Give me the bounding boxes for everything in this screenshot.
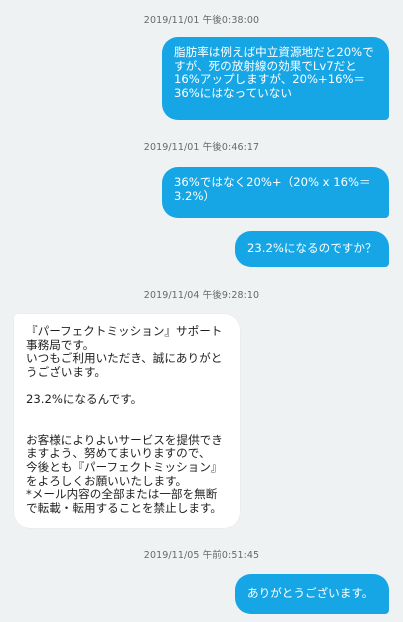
message-timestamp: 2019/11/04 午後9:28:10 xyxy=(143,290,260,301)
message-line: 脂肪率は例えば中立資源地だと20%で xyxy=(174,45,374,59)
message-line: をよろしくお願いいたします。 xyxy=(26,473,188,488)
message-line: 23.2%になるのですか？ xyxy=(247,241,377,255)
message-line: ますよう、努めてまいりますので、 xyxy=(26,446,211,461)
message-line: で転載・転用することを禁止します。 xyxy=(26,500,222,515)
message-timestamp: 2019/11/01 午後0:46:17 xyxy=(143,142,260,153)
message-line: いつもご利用いただき、誠にありがと xyxy=(26,351,223,366)
outgoing-message-bubble[interactable]: 脂肪率は例えば中立資源地だと20%で すが、死の放射線の効果でLv7だと 16%… xyxy=(162,37,389,120)
message-line: 36%にはなっていない xyxy=(174,85,292,100)
outgoing-message-bubble[interactable]: 36%ではなく20%+（20% x 16%＝ 3.2%） xyxy=(162,167,389,218)
message-timestamp: 2019/11/05 午前0:51:45 xyxy=(143,550,260,561)
message-line: 今後とも『パーフェクトミッション』 xyxy=(26,459,223,474)
outgoing-message-bubble[interactable]: ありがとうございます。 xyxy=(235,574,389,614)
message-line: うございます。 xyxy=(26,364,106,379)
message-line: 事務局です。 xyxy=(26,337,95,352)
message-line: 23.2%になるんです。 xyxy=(26,391,143,406)
message-timestamp: 2019/11/01 午後0:38:00 xyxy=(143,15,260,26)
message-line: 『パーフェクトミッション』サポート xyxy=(26,324,223,338)
chat-screen: { "messages": [ { "timestamp": "2019/11/… xyxy=(0,0,403,622)
message-line: 3.2%） xyxy=(174,188,216,203)
outgoing-message-bubble[interactable]: 23.2%になるのですか？ xyxy=(235,231,389,267)
message-line: お客様によりよいサービスを提供でき xyxy=(26,432,223,447)
message-line: 36%ではなく20%+（20% x 16%＝ xyxy=(174,175,371,189)
incoming-message-bubble[interactable]: 『パーフェクトミッション』サポート 事務局です。 いつもご利用いただき、誠にあり… xyxy=(14,314,240,528)
message-line: *メール内容の全部または一部を無断 xyxy=(26,487,218,502)
message-line: ありがとうございます。 xyxy=(247,586,374,600)
message-line: すが、死の放射線の効果でLv7だと xyxy=(174,58,357,73)
message-line: 16%アップしますが、20%+16%＝ xyxy=(174,72,366,87)
